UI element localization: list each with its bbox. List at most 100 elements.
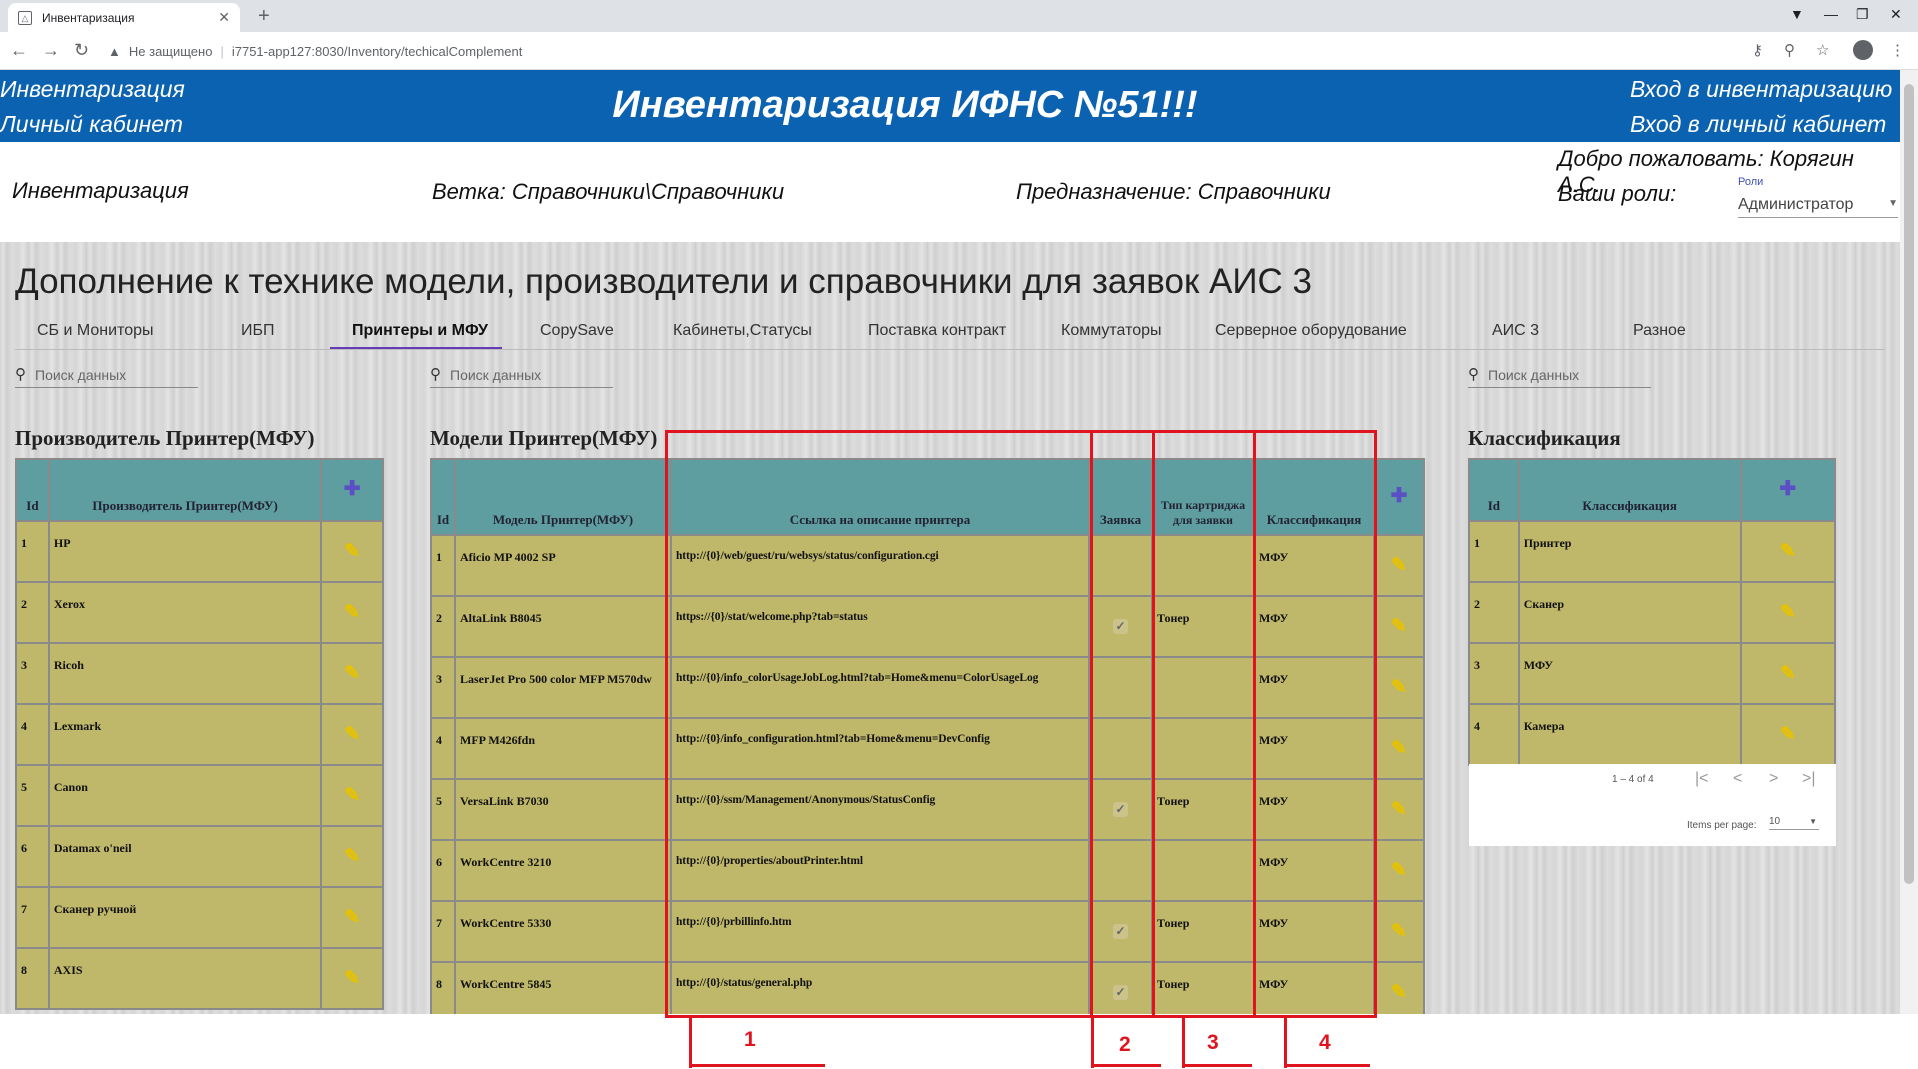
add-classification-button[interactable]: ✚ [1739, 458, 1837, 522]
forward-icon[interactable]: → [42, 40, 60, 61]
table-row: 3 Ricoh ✎ [15, 642, 384, 705]
profile-avatar[interactable] [1853, 40, 1873, 60]
tab-ais3[interactable]: АИС 3 [1492, 322, 1539, 340]
omnibox[interactable]: ▲ Не защищено | i7751-app127:8030/Invent… [108, 39, 522, 63]
search-placeholder: Поиск данных [1488, 367, 1580, 383]
app-title: Инвентаризация ИФНС №51!!! [612, 84, 1198, 126]
search-input-models[interactable]: ⚲ Поиск данных [430, 362, 613, 388]
tab-cabinets[interactable]: Кабинеты,Статусы [673, 322, 812, 340]
bookmark-star-icon[interactable]: ☆ [1816, 41, 1829, 59]
edit-button[interactable]: ✎ [320, 520, 384, 583]
key-icon[interactable]: ⚷ [1752, 41, 1763, 59]
edit-button[interactable]: ✎ [1739, 581, 1837, 644]
close-tab-icon[interactable]: ✕ [218, 9, 230, 26]
edit-button[interactable]: ✎ [320, 703, 384, 766]
info-bar: Инвентаризация Ветка: Справочники\Справо… [0, 142, 1900, 242]
login-cabinet-link[interactable]: Вход в личный кабинет [1630, 111, 1886, 138]
cell-id: 6 [430, 839, 456, 902]
search-icon: ⚲ [430, 366, 441, 383]
cell-id: 4 [1468, 703, 1520, 766]
annotation-underline-2 [1091, 1064, 1161, 1067]
add-manufacturer-button[interactable]: ✚ [320, 458, 384, 522]
edit-button[interactable]: ✎ [1739, 642, 1837, 705]
login-inventory-link[interactable]: Вход в инвентаризацию [1630, 76, 1892, 103]
classification-title: Классификация [1468, 426, 1621, 450]
edit-button[interactable]: ✎ [1373, 778, 1425, 841]
prev-page-icon[interactable]: < [1733, 770, 1742, 788]
cell-id: 3 [15, 642, 50, 705]
back-icon[interactable]: ← [10, 40, 28, 61]
edit-button[interactable]: ✎ [320, 581, 384, 644]
close-window-icon[interactable]: ✕ [1890, 6, 1902, 23]
tab-misc[interactable]: Разное [1633, 322, 1686, 340]
browser-tabbar: △ Инвентаризация ✕ + ▼ — ❐ ✕ [0, 0, 1918, 32]
search-input-classification[interactable]: ⚲ Поиск данных [1468, 362, 1651, 388]
edit-button[interactable]: ✎ [320, 825, 384, 888]
more-menu-icon[interactable]: ⋮ [1890, 41, 1905, 59]
edit-button[interactable]: ✎ [320, 764, 384, 827]
edit-button[interactable]: ✎ [1373, 534, 1425, 597]
scrollbar-thumb[interactable] [1904, 84, 1914, 884]
next-page-icon[interactable]: > [1769, 770, 1778, 788]
edit-button[interactable]: ✎ [1739, 703, 1837, 766]
cell-id: 5 [15, 764, 50, 827]
new-tab-icon[interactable]: + [258, 5, 270, 28]
last-page-icon[interactable]: >| [1802, 770, 1816, 788]
classification-table: Id Классификация ✚ 1 Принтер ✎ 2 Сканер … [1468, 458, 1837, 766]
items-per-page-select[interactable]: 10 ▼ [1769, 816, 1819, 830]
add-model-button[interactable]: ✚ [1373, 458, 1425, 536]
roles-select-value: Администратор [1738, 196, 1854, 213]
annotation-underline-1 [689, 1064, 825, 1067]
cell-id: 1 [15, 520, 50, 583]
browser-tab[interactable]: △ Инвентаризация ✕ [8, 3, 240, 32]
annotation-label-1: 1 [744, 1028, 756, 1051]
annotation-marker-2 [1091, 1016, 1094, 1068]
pencil-icon: ✎ [344, 907, 361, 928]
reload-icon[interactable]: ↻ [74, 40, 89, 61]
edit-button[interactable]: ✎ [1373, 595, 1425, 658]
maximize-icon[interactable]: ❐ [1856, 6, 1869, 23]
edit-button[interactable]: ✎ [1373, 961, 1425, 1014]
annotation-marker-1 [689, 1016, 692, 1068]
search-input-manufacturers[interactable]: ⚲ Поиск данных [15, 362, 198, 388]
add-user-icon: ✚ [1390, 484, 1408, 507]
minimize-icon[interactable]: — [1824, 6, 1838, 22]
column-header-classification: Классификация [1517, 458, 1742, 522]
tab-servers[interactable]: Серверное оборудование [1215, 322, 1407, 340]
roles-select[interactable]: Администратор ▼ [1738, 196, 1898, 218]
edit-button[interactable]: ✎ [320, 886, 384, 949]
tab-sb-monitors[interactable]: СБ и Мониторы [37, 322, 154, 340]
table-row: 4 Lexmark ✎ [15, 703, 384, 766]
tab-switches[interactable]: Коммутаторы [1061, 322, 1162, 340]
edit-button[interactable]: ✎ [1373, 656, 1425, 719]
edit-button[interactable]: ✎ [320, 947, 384, 1010]
add-user-icon: ✚ [1779, 477, 1797, 500]
first-page-icon[interactable]: |< [1695, 770, 1709, 788]
cell-model: WorkCentre 5330 [454, 900, 672, 963]
annotation-label-4: 4 [1319, 1031, 1331, 1054]
edit-button[interactable]: ✎ [320, 642, 384, 705]
cell-model: WorkCentre 5845 [454, 961, 672, 1014]
tab-printers[interactable]: Принтеры и МФУ [352, 322, 488, 340]
zoom-icon[interactable]: ⚲ [1784, 41, 1795, 59]
cell-id: 4 [15, 703, 50, 766]
edit-button[interactable]: ✎ [1373, 839, 1425, 902]
items-per-page-value: 10 [1769, 816, 1781, 827]
edit-button[interactable]: ✎ [1373, 900, 1425, 963]
column-header-model: Модель Принтер(МФУ) [454, 458, 672, 536]
cell-id: 1 [1468, 520, 1520, 583]
tab-copysave[interactable]: CopySave [540, 322, 614, 340]
cell-id: 7 [15, 886, 50, 949]
edit-button[interactable]: ✎ [1373, 717, 1425, 780]
manufacturers-title: Производитель Принтер(МФУ) [15, 426, 315, 450]
roles-field-label: Роли [1738, 176, 1764, 188]
omnibox-divider: | [220, 43, 224, 59]
page-scrollbar[interactable] [1900, 70, 1918, 1014]
tab-contract[interactable]: Поставка контракт [868, 322, 1006, 340]
tab-ups[interactable]: ИБП [241, 322, 275, 340]
edit-button[interactable]: ✎ [1739, 520, 1837, 583]
profile-menu-icon[interactable]: ▼ [1790, 6, 1804, 22]
cell-id: 1 [430, 534, 456, 597]
table-row: 3 МФУ ✎ [1468, 642, 1837, 705]
table-row: 1 HP ✎ [15, 520, 384, 583]
